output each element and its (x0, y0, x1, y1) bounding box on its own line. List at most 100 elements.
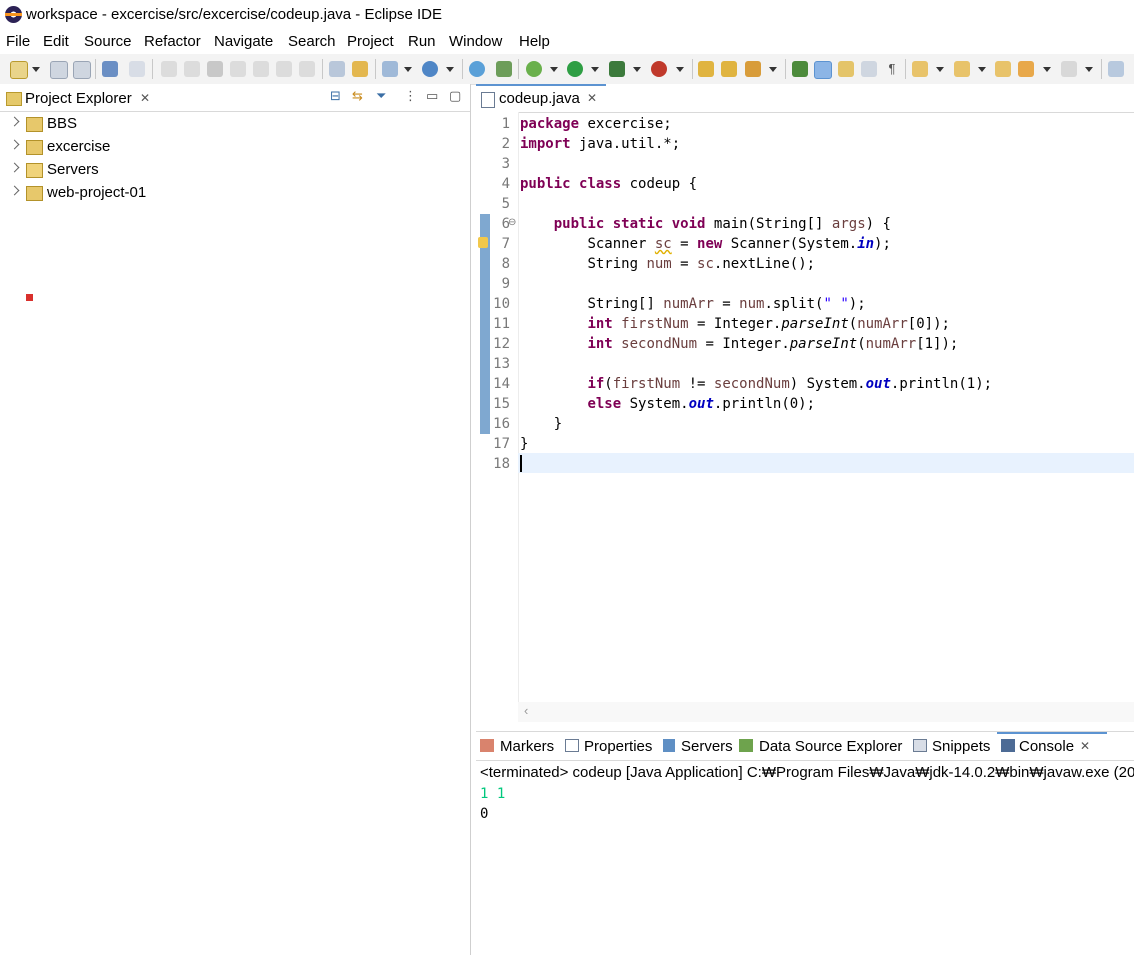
filter-icon[interactable]: ⏷ (376, 88, 386, 104)
console-input-line[interactable]: 1 1 (480, 786, 505, 802)
fold-collapse-icon[interactable]: ⊖ (508, 217, 516, 228)
skip-breakpoints-icon[interactable] (129, 61, 145, 77)
show-whitespace-icon[interactable]: ¶ (884, 61, 900, 77)
code-line[interactable]: package excercise; (520, 116, 672, 132)
open-type-icon[interactable] (496, 61, 512, 77)
view-menu-icon[interactable]: ⋮ (404, 88, 417, 104)
chevron-down-icon[interactable] (446, 67, 454, 72)
chevron-down-icon[interactable] (978, 67, 986, 72)
collapse-all-icon[interactable]: ⊟ (330, 88, 341, 104)
code-line[interactable]: String[] numArr = num.split(" "); (520, 296, 865, 312)
disconnect-icon[interactable] (230, 61, 246, 77)
chevron-right-icon[interactable] (9, 116, 20, 127)
chevron-right-icon[interactable] (9, 139, 20, 150)
chevron-down-icon[interactable] (1085, 67, 1093, 72)
step-return-icon[interactable] (299, 61, 315, 77)
code-line[interactable]: public static void main(String[] args) { (520, 216, 891, 232)
horizontal-scrollbar[interactable]: ‹ (518, 702, 1134, 722)
menu-source[interactable]: Source (84, 33, 132, 50)
back-icon[interactable] (1018, 61, 1034, 77)
save-icon[interactable] (50, 61, 68, 79)
toggle-mark-occurrences-icon[interactable] (814, 61, 832, 79)
code-line[interactable]: else System.out.println(0); (520, 396, 815, 412)
chevron-down-icon[interactable] (676, 67, 684, 72)
tab-project-explorer[interactable]: Project Explorer ✕ (2, 84, 158, 111)
chevron-down-icon[interactable] (1043, 67, 1051, 72)
link-with-editor-icon[interactable]: ⇆ (352, 88, 363, 104)
chevron-down-icon[interactable] (769, 67, 777, 72)
suspend-icon[interactable] (184, 61, 200, 77)
chevron-right-icon[interactable] (9, 185, 20, 196)
menu-search[interactable]: Search (288, 33, 336, 50)
toggle-word-wrap-icon[interactable] (838, 61, 854, 77)
new-icon[interactable] (10, 61, 28, 79)
next-annotation-icon[interactable] (912, 61, 928, 77)
menu-project[interactable]: Project (347, 33, 394, 50)
menu-run[interactable]: Run (408, 33, 436, 50)
last-edit-location-icon[interactable] (995, 61, 1011, 77)
menu-refactor[interactable]: Refactor (144, 33, 201, 50)
code-line[interactable]: public class codeup { (520, 176, 697, 192)
terminal-icon[interactable] (102, 61, 118, 77)
chevron-down-icon[interactable] (633, 67, 641, 72)
new-java-project-icon[interactable] (382, 61, 398, 77)
code-line[interactable]: String num = sc.nextLine(); (520, 256, 815, 272)
save-all-icon[interactable] (73, 61, 91, 79)
tab-codeup-java[interactable]: codeup.java ✕ (476, 84, 606, 112)
search-icon[interactable] (745, 61, 761, 77)
chevron-down-icon[interactable] (32, 67, 40, 72)
tree-item-web-project-01[interactable]: web-project-01 (0, 183, 470, 301)
close-icon[interactable]: ✕ (587, 91, 597, 105)
tab-servers[interactable]: Servers (681, 738, 733, 755)
code-line[interactable]: } (520, 436, 528, 452)
open-perspective-icon[interactable] (1108, 61, 1124, 77)
tab-snippets[interactable]: Snippets (932, 738, 990, 755)
forward-icon[interactable] (1061, 61, 1077, 77)
console-output-line[interactable]: 0 (480, 806, 488, 822)
tree-item-excercise[interactable]: excercise (0, 137, 470, 159)
tree-item-servers[interactable]: Servers (0, 160, 470, 182)
chevron-down-icon[interactable] (591, 67, 599, 72)
step-over-icon[interactable] (276, 61, 292, 77)
debug-icon[interactable] (526, 61, 542, 77)
new-class-icon[interactable] (422, 61, 438, 77)
chevron-down-icon[interactable] (936, 67, 944, 72)
code-line[interactable]: Scanner sc = new Scanner(System.in); (520, 236, 890, 252)
open-file-icon[interactable] (721, 61, 737, 77)
code-line[interactable]: } (520, 416, 562, 432)
open-web-browser-icon[interactable] (469, 61, 485, 77)
tab-console[interactable]: Console ✕ (997, 732, 1107, 760)
menu-navigate[interactable]: Navigate (214, 33, 273, 50)
menu-edit[interactable]: Edit (43, 33, 69, 50)
terminate-icon[interactable] (207, 61, 223, 77)
menu-help[interactable]: Help (519, 33, 550, 50)
resume-icon[interactable] (161, 61, 177, 77)
maximize-icon[interactable]: ▢ (449, 88, 461, 104)
tree-item-bbs[interactable]: BBS (0, 114, 470, 136)
block-selection-icon[interactable] (861, 61, 877, 77)
minimize-icon[interactable]: ▭ (426, 88, 438, 104)
code-line[interactable]: int firstNum = Integer.parseInt(numArr[0… (520, 316, 950, 332)
chevron-down-icon[interactable] (404, 67, 412, 72)
close-icon[interactable]: ✕ (1080, 739, 1090, 753)
use-step-filters-icon[interactable] (352, 61, 368, 77)
code-line[interactable]: int secondNum = Integer.parseInt(numArr[… (520, 336, 958, 352)
run-icon[interactable] (567, 61, 583, 77)
chevron-down-icon[interactable] (550, 67, 558, 72)
code-line[interactable]: if(firstNum != secondNum) System.out.pri… (520, 376, 992, 392)
drop-to-frame-icon[interactable] (329, 61, 345, 77)
code-line[interactable]: import java.util.*; (520, 136, 680, 152)
close-icon[interactable]: ✕ (140, 91, 150, 105)
tab-properties[interactable]: Properties (584, 738, 652, 755)
menu-file[interactable]: File (6, 33, 30, 50)
annotation-icon[interactable] (792, 61, 808, 77)
previous-annotation-icon[interactable] (954, 61, 970, 77)
menu-window[interactable]: Window (449, 33, 502, 50)
chevron-right-icon[interactable] (9, 162, 20, 173)
external-tools-icon[interactable] (651, 61, 667, 77)
tab-markers[interactable]: Markers (500, 738, 554, 755)
coverage-icon[interactable] (609, 61, 625, 77)
step-into-icon[interactable] (253, 61, 269, 77)
open-folder-icon[interactable] (698, 61, 714, 77)
scroll-left-icon[interactable]: ‹ (524, 703, 528, 718)
